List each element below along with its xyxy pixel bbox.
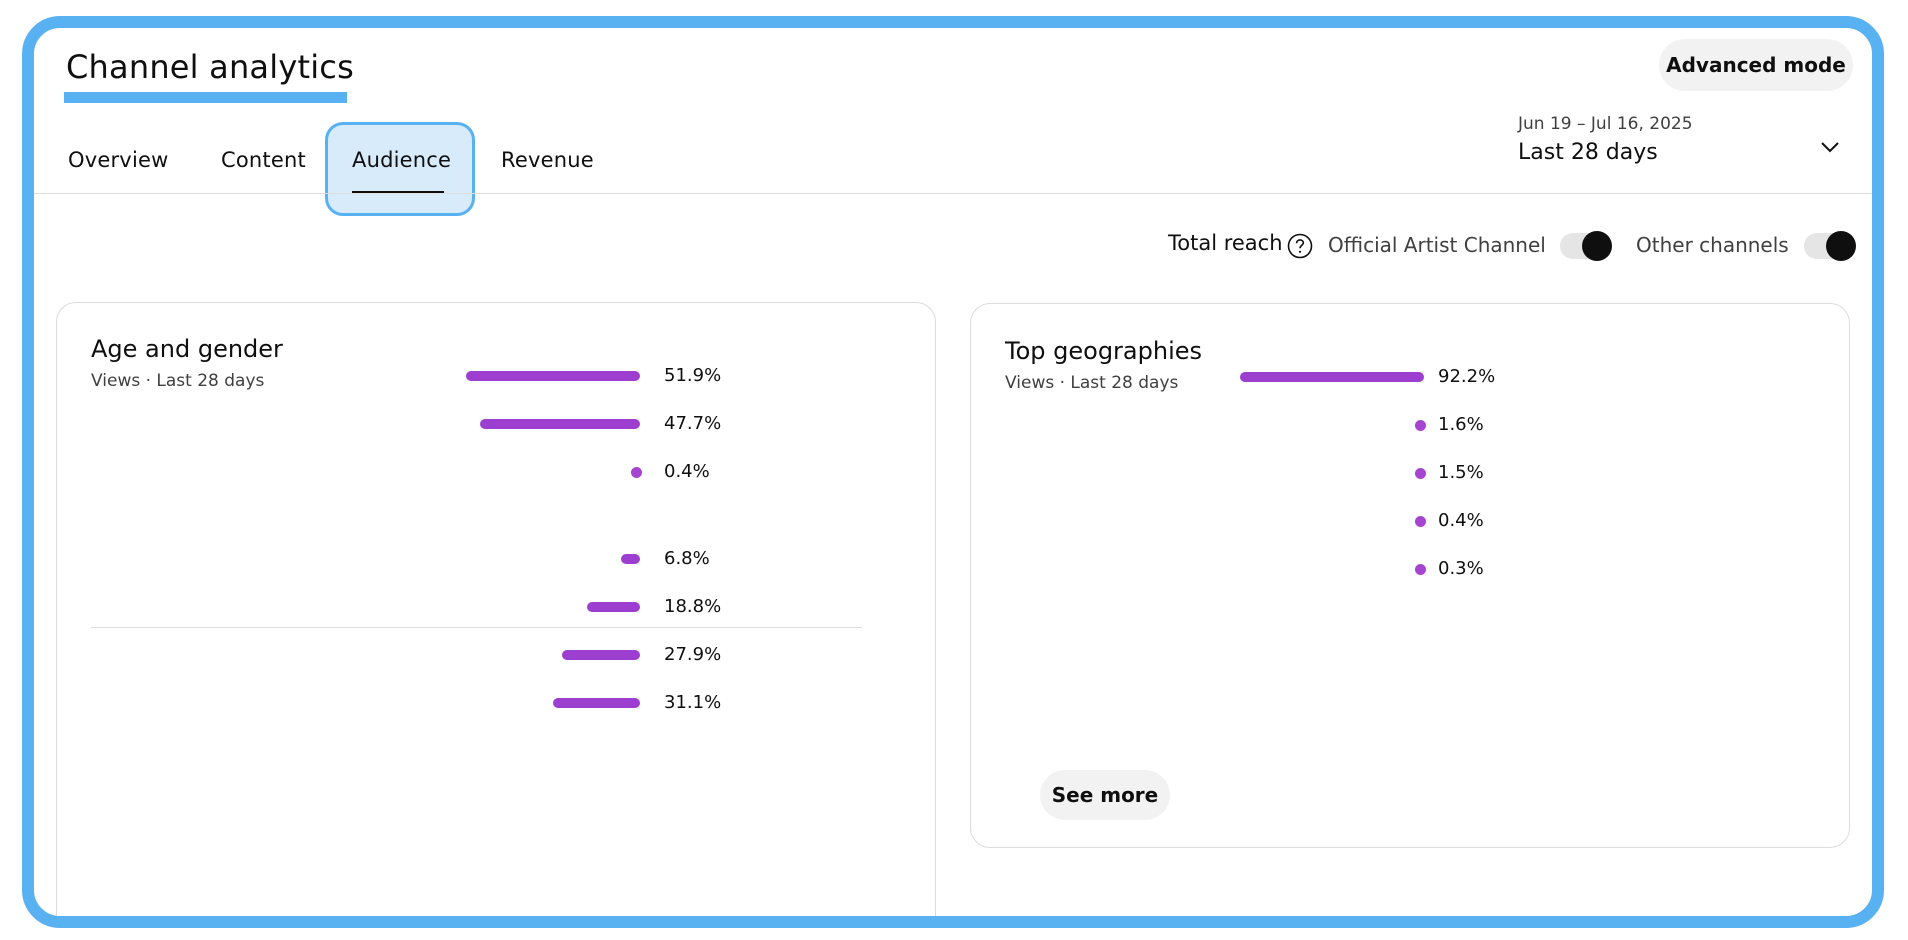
geography-value-label: 1.5% (1438, 462, 1484, 483)
gender-bar (480, 419, 640, 429)
see-more-button[interactable]: See more (1040, 770, 1170, 820)
age-value-label: 6.8% (664, 548, 710, 569)
age-value-label: 27.9% (664, 644, 722, 665)
tab-revenue[interactable]: Revenue (501, 148, 594, 172)
tabs-divider (34, 193, 1872, 194)
age-gender-subtitle: Views · Last 28 days (91, 371, 265, 391)
geography-value-label: 1.6% (1438, 414, 1484, 435)
geography-dot (1415, 468, 1426, 479)
geography-dot (1415, 516, 1426, 527)
geography-bar (1239, 372, 1424, 382)
card-divider (91, 627, 862, 628)
official-artist-channel-label: Official Artist Channel (1328, 233, 1546, 257)
age-bar (587, 602, 640, 612)
toggle-knob (1826, 231, 1856, 261)
geography-dot (1415, 564, 1426, 575)
age-value-label: 31.1% (664, 692, 722, 713)
other-channels-label: Other channels (1636, 233, 1789, 257)
official-artist-channel-toggle[interactable] (1560, 231, 1612, 261)
top-geographies-title: Top geographies (1005, 337, 1203, 365)
tab-audience[interactable]: Audience (352, 148, 451, 172)
age-gender-card (56, 302, 936, 916)
tab-content[interactable]: Content (221, 148, 306, 172)
chevron-down-icon[interactable] (1819, 136, 1841, 158)
geography-value-label: 0.4% (1438, 510, 1484, 531)
title-highlight (64, 92, 347, 103)
tab-overview[interactable]: Overview (68, 148, 168, 172)
total-reach-label: Total reach (1168, 231, 1283, 255)
gender-value-label: 0.4% (664, 461, 710, 482)
other-channels-toggle[interactable] (1804, 231, 1856, 261)
date-period-label[interactable]: Last 28 days (1518, 140, 1658, 165)
gender-bar (466, 371, 640, 381)
age-bar (620, 554, 640, 564)
page-title: Channel analytics (66, 48, 354, 86)
age-bar (552, 698, 640, 708)
date-range[interactable]: Jun 19 – Jul 16, 2025 (1518, 114, 1693, 134)
age-value-label: 18.8% (664, 596, 722, 617)
geography-value-label: 92.2% (1438, 366, 1496, 387)
help-icon[interactable] (1287, 233, 1313, 259)
analytics-frame: Channel analytics Advanced mode Overview… (22, 16, 1884, 928)
geography-value-label: 0.3% (1438, 558, 1484, 579)
age-bar (561, 650, 640, 660)
top-geographies-subtitle: Views · Last 28 days (1005, 373, 1179, 393)
advanced-mode-button[interactable]: Advanced mode (1659, 39, 1853, 91)
geography-dot (1415, 420, 1426, 431)
toggle-knob (1582, 231, 1612, 261)
gender-dot (631, 467, 642, 478)
age-gender-title: Age and gender (91, 335, 283, 363)
gender-value-label: 47.7% (664, 413, 722, 434)
gender-value-label: 51.9% (664, 365, 722, 386)
